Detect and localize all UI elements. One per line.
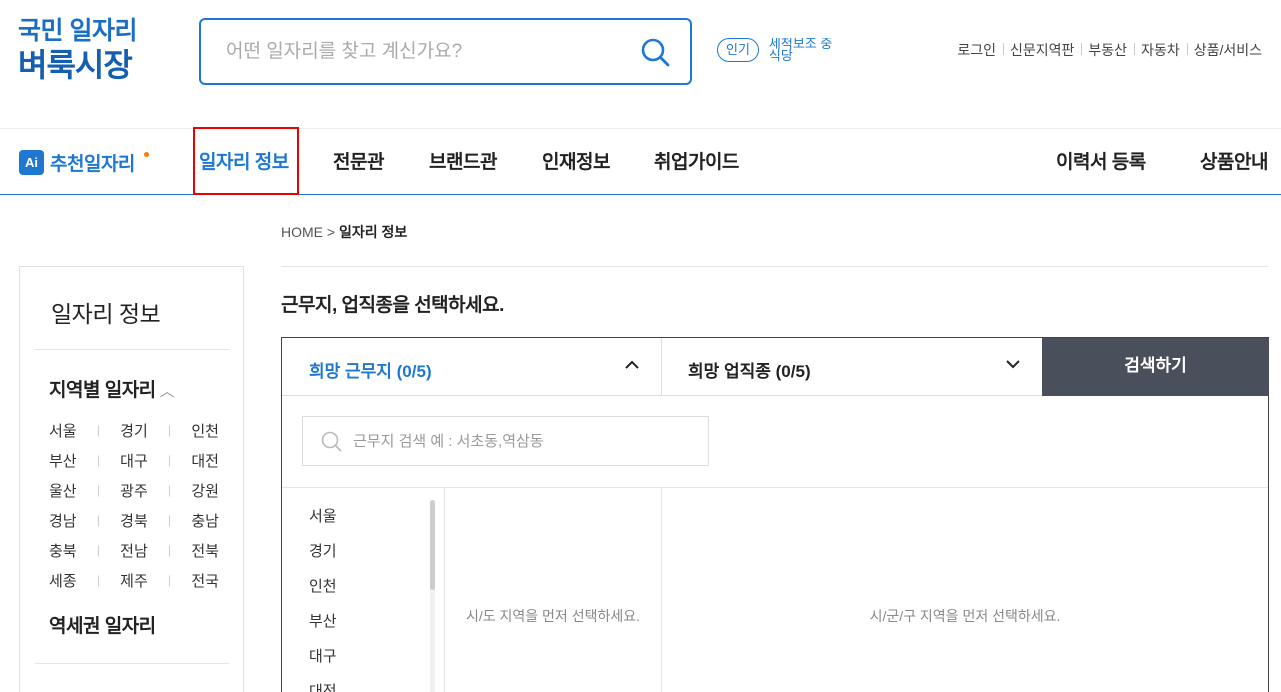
realestate-link[interactable]: 부동산 <box>1081 40 1134 60</box>
util-links: 로그인 신문지역판 부동산 자동차 상품/서비스 <box>950 40 1269 60</box>
region-jobs-toggle[interactable]: 지역별 일자리 ︿ <box>49 375 175 402</box>
region-link[interactable]: 강원 <box>191 480 219 501</box>
main-navigation: Ai 추천일자리 일자리 정보 전문관 브랜드관 인재정보 취업가이드 이력서 … <box>0 127 1281 195</box>
search-icon[interactable] <box>640 37 670 67</box>
sidebar: 일자리 정보 지역별 일자리 ︿ 서울 | 경기 | 인천 부산 | 대구 | 대전 울산 | 광주 |… <box>19 266 244 692</box>
region-link[interactable]: 광주 <box>120 480 148 501</box>
region-list: 서울 | 경기 | 인천 부산 | 대구 | 대전 울산 | 광주 | 강원 경남 | 경북 | 충남 충북 | 전… <box>49 415 219 595</box>
region-link[interactable]: 서울 <box>49 420 77 441</box>
location-search-box <box>302 416 709 466</box>
ai-icon: Ai <box>19 150 44 175</box>
divider <box>35 663 229 664</box>
filter-panel: 희망 근무지 (0/5) 희망 업직종 (0/5) 검색하기 서울 경기 인천 … <box>281 337 1269 692</box>
newspaper-region-link[interactable]: 신문지역판 <box>1003 40 1081 60</box>
tab-job-type-label: 희망 업직종 (0/5) <box>688 362 811 381</box>
ai-recommend-menu[interactable]: Ai 추천일자리 <box>19 149 149 176</box>
breadcrumb-home[interactable]: HOME <box>281 224 323 240</box>
region-link[interactable]: 세종 <box>49 570 77 591</box>
chevron-down-icon <box>1006 360 1020 369</box>
region-jobs-label: 지역별 일자리 <box>49 380 156 401</box>
breadcrumb: HOME > 일자리 정보 <box>281 222 407 242</box>
chevron-up-icon: ︿ <box>159 383 175 400</box>
main-search-box <box>199 18 692 85</box>
region-link[interactable]: 대전 <box>191 450 219 471</box>
popular-keyword-text[interactable]: 세척보조 중식당 <box>769 38 839 62</box>
region-link[interactable]: 경남 <box>49 510 77 531</box>
city-item[interactable]: 경기 <box>309 537 337 572</box>
divider <box>35 349 229 350</box>
nav-job-guide[interactable]: 취업가이드 <box>654 147 739 174</box>
sidebar-title: 일자리 정보 <box>51 301 161 327</box>
city-list-pane: 서울 경기 인천 부산 대구 대전 <box>282 488 445 692</box>
search-icon <box>321 431 342 452</box>
region-link[interactable]: 충북 <box>49 540 77 561</box>
region-link[interactable]: 전국 <box>191 570 219 591</box>
district-pane: 시/도 지역을 먼저 선택하세요. <box>445 488 662 692</box>
popular-badge: 인기 <box>717 38 759 62</box>
region-link[interactable]: 전북 <box>191 540 219 561</box>
city-item[interactable]: 대구 <box>309 642 337 677</box>
site-logo[interactable]: 국민 일자리 벼룩시장 <box>18 16 137 84</box>
nav-talent[interactable]: 인재정보 <box>542 147 610 174</box>
tab-location-label: 희망 근무지 (0/5) <box>309 362 432 381</box>
login-link[interactable]: 로그인 <box>950 40 1003 60</box>
location-search-input[interactable] <box>353 429 693 453</box>
nav-brand[interactable]: 브랜드관 <box>429 147 497 174</box>
popular-keyword[interactable]: 인기 세척보조 중식당 <box>717 38 839 62</box>
main-search-input[interactable] <box>226 38 626 66</box>
breadcrumb-current: 일자리 정보 <box>338 224 408 240</box>
new-dot-icon <box>143 152 149 157</box>
page-title: 근무지, 업직종을 선택하세요. <box>281 295 504 316</box>
tab-location[interactable]: 희망 근무지 (0/5) <box>282 338 662 396</box>
tab-job-type[interactable]: 희망 업직종 (0/5) <box>662 338 1042 396</box>
nav-job-info[interactable]: 일자리 정보 <box>199 147 289 174</box>
region-link[interactable]: 인천 <box>191 420 219 441</box>
city-item[interactable]: 대전 <box>309 677 337 692</box>
divider <box>281 266 1268 267</box>
region-link[interactable]: 울산 <box>49 480 77 501</box>
region-link[interactable]: 부산 <box>49 450 77 471</box>
nav-resume-register[interactable]: 이력서 등록 <box>1056 147 1146 174</box>
region-link[interactable]: 충남 <box>191 510 219 531</box>
products-link[interactable]: 상품/서비스 <box>1186 40 1269 60</box>
region-link[interactable]: 경북 <box>120 510 148 531</box>
scrollbar-thumb[interactable] <box>430 500 435 590</box>
logo-line1: 국민 일자리 <box>18 17 137 45</box>
subdistrict-pane: 시/군/구 지역을 먼저 선택하세요. <box>662 488 1268 692</box>
region-link[interactable]: 대구 <box>120 450 148 471</box>
region-link[interactable]: 경기 <box>120 420 148 441</box>
district-placeholder-msg: 시/도 지역을 먼저 선택하세요. <box>465 608 640 624</box>
city-item[interactable]: 부산 <box>309 607 337 642</box>
subdistrict-placeholder-msg: 시/군/구 지역을 먼저 선택하세요. <box>869 608 1061 624</box>
car-link[interactable]: 자동차 <box>1134 40 1187 60</box>
search-button[interactable]: 검색하기 <box>1042 338 1269 396</box>
breadcrumb-sep: > <box>326 224 336 240</box>
scrollbar[interactable] <box>430 500 435 692</box>
station-jobs-link[interactable]: 역세권 일자리 <box>49 611 156 638</box>
nav-product-info[interactable]: 상품안내 <box>1200 147 1268 174</box>
region-link[interactable]: 제주 <box>120 570 148 591</box>
logo-line2: 벼룩시장 <box>18 47 133 83</box>
chevron-up-icon <box>625 360 639 369</box>
ai-recommend-label: 추천일자리 <box>50 154 135 175</box>
region-link[interactable]: 전남 <box>120 540 148 561</box>
nav-specialty[interactable]: 전문관 <box>333 147 384 174</box>
city-item[interactable]: 인천 <box>309 572 337 607</box>
city-item[interactable]: 서울 <box>309 502 337 537</box>
